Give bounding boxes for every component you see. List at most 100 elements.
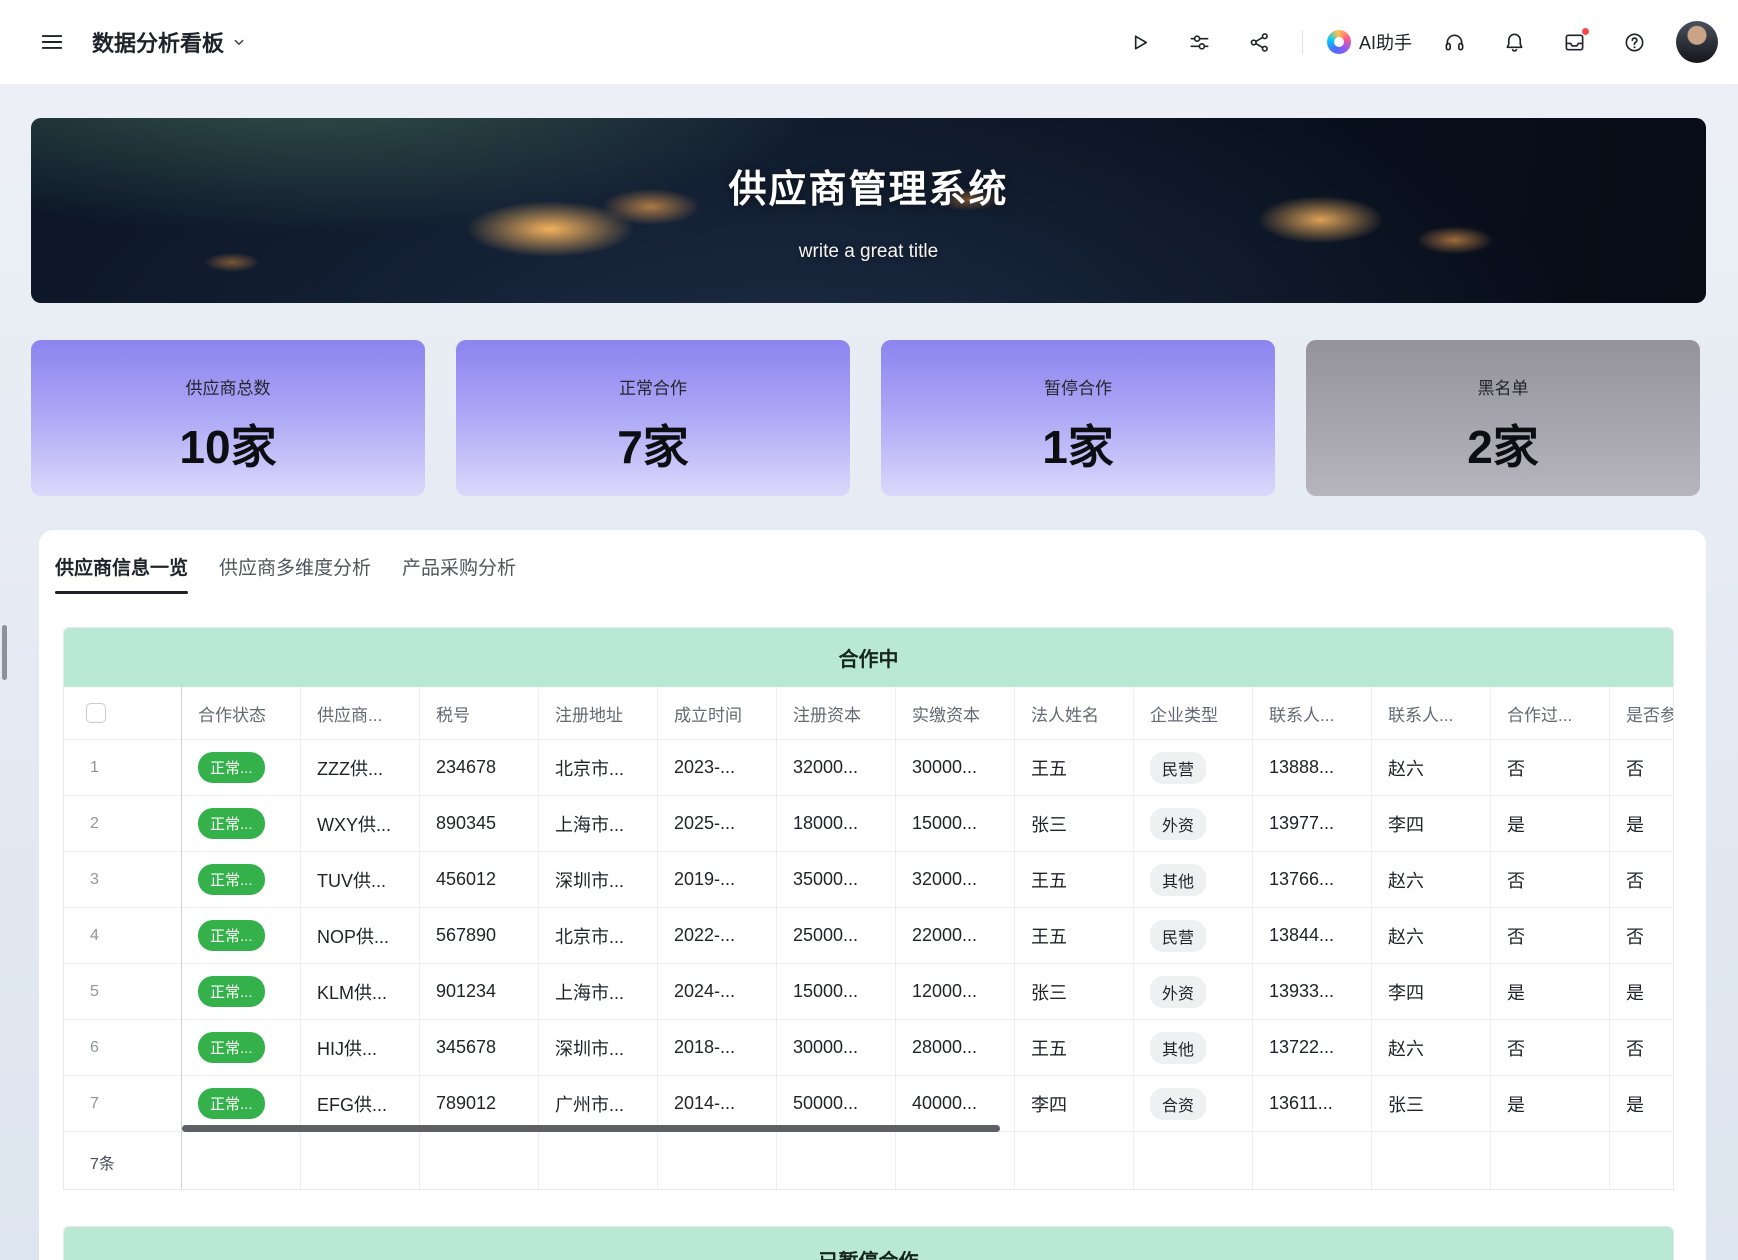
table-cell-reg_capital[interactable]: 25000... <box>777 908 896 964</box>
column-header[interactable]: 联系人... <box>1253 687 1372 740</box>
settings-button[interactable] <box>1182 24 1218 60</box>
dashboard-title-dropdown[interactable]: 数据分析看板 <box>92 26 248 58</box>
table-row[interactable]: 1正常...ZZZ供...234678北京市...2023-...32000..… <box>64 740 1673 796</box>
table-cell-name[interactable]: WXY供... <box>301 796 420 852</box>
table-cell-contact[interactable]: 赵六 <box>1372 852 1491 908</box>
column-header[interactable]: 联系人... <box>1372 687 1491 740</box>
table-cell-paid_capital[interactable]: 12000... <box>896 964 1015 1020</box>
present-button[interactable] <box>1122 24 1158 60</box>
table-cell-reg_capital[interactable]: 50000... <box>777 1076 896 1132</box>
table-cell-founded[interactable]: 2022-... <box>658 908 777 964</box>
column-header[interactable]: 税号 <box>420 687 539 740</box>
table-cell-address[interactable]: 深圳市... <box>539 1020 658 1076</box>
table-cell-status[interactable]: 正常... <box>182 852 301 908</box>
table-cell-paid_capital[interactable]: 40000... <box>896 1076 1015 1132</box>
table-cell-legal[interactable]: 王五 <box>1015 908 1134 964</box>
table-cell-paid_capital[interactable]: 32000... <box>896 852 1015 908</box>
table-cell-tax[interactable]: 234678 <box>420 740 539 796</box>
share-button[interactable] <box>1242 24 1278 60</box>
table-cell-reg_capital[interactable]: 18000... <box>777 796 896 852</box>
table-cell-reg_capital[interactable]: 15000... <box>777 964 896 1020</box>
stat-card-paused[interactable]: 暂停合作 1家 <box>881 340 1275 496</box>
table-cell-contact[interactable]: 赵六 <box>1372 740 1491 796</box>
column-header[interactable]: 注册资本 <box>777 687 896 740</box>
table-cell-address[interactable]: 上海市... <box>539 964 658 1020</box>
table-cell-founded[interactable]: 2014-... <box>658 1076 777 1132</box>
table-cell-reg_capital[interactable]: 30000... <box>777 1020 896 1076</box>
table-cell-reg_capital[interactable]: 32000... <box>777 740 896 796</box>
column-header[interactable]: 注册地址 <box>539 687 658 740</box>
table-cell-status[interactable]: 正常... <box>182 908 301 964</box>
table-cell-joined[interactable]: 是 <box>1610 796 1674 852</box>
table-cell-coop[interactable]: 否 <box>1491 740 1610 796</box>
table-cell-status[interactable]: 正常... <box>182 964 301 1020</box>
table-cell-type[interactable]: 外资 <box>1134 964 1253 1020</box>
table-cell-paid_capital[interactable]: 15000... <box>896 796 1015 852</box>
table-cell-address[interactable]: 上海市... <box>539 796 658 852</box>
table-cell-type[interactable]: 民营 <box>1134 740 1253 796</box>
table-cell-phone[interactable]: 13888... <box>1253 740 1372 796</box>
column-header[interactable]: 供应商... <box>301 687 420 740</box>
table-cell-type[interactable]: 其他 <box>1134 852 1253 908</box>
help-button[interactable] <box>1616 24 1652 60</box>
table-cell-type[interactable]: 其他 <box>1134 1020 1253 1076</box>
tab-procurement-analysis[interactable]: 产品采购分析 <box>402 549 516 594</box>
column-header[interactable]: 法人姓名 <box>1015 687 1134 740</box>
table-cell-coop[interactable]: 否 <box>1491 908 1610 964</box>
table-cell-contact[interactable]: 张三 <box>1372 1076 1491 1132</box>
stat-card-blacklist[interactable]: 黑名单 2家 <box>1306 340 1700 496</box>
table-cell-contact[interactable]: 赵六 <box>1372 908 1491 964</box>
column-header[interactable]: 合作过... <box>1491 687 1610 740</box>
table-row[interactable]: 2正常...WXY供...890345上海市...2025-...18000..… <box>64 796 1673 852</box>
table-cell-paid_capital[interactable]: 28000... <box>896 1020 1015 1076</box>
table-cell-phone[interactable]: 13977... <box>1253 796 1372 852</box>
table-cell-contact[interactable]: 李四 <box>1372 796 1491 852</box>
table-cell-name[interactable]: TUV供... <box>301 852 420 908</box>
column-header[interactable]: 是否参 <box>1610 687 1674 740</box>
table-cell-legal[interactable]: 王五 <box>1015 852 1134 908</box>
table-cell-coop[interactable]: 是 <box>1491 964 1610 1020</box>
table-cell-tax[interactable]: 789012 <box>420 1076 539 1132</box>
table-cell-reg_capital[interactable]: 35000... <box>777 852 896 908</box>
user-avatar[interactable] <box>1676 21 1718 63</box>
table-cell-legal[interactable]: 王五 <box>1015 740 1134 796</box>
tab-supplier-analysis[interactable]: 供应商多维度分析 <box>219 549 371 594</box>
table-cell-name[interactable]: ZZZ供... <box>301 740 420 796</box>
table-cell-tax[interactable]: 456012 <box>420 852 539 908</box>
table-cell-founded[interactable]: 2024-... <box>658 964 777 1020</box>
table-cell-phone[interactable]: 13611... <box>1253 1076 1372 1132</box>
support-button[interactable] <box>1436 24 1472 60</box>
vertical-scrollbar[interactable] <box>2 625 7 680</box>
table-cell-joined[interactable]: 是 <box>1610 964 1674 1020</box>
table-cell-tax[interactable]: 890345 <box>420 796 539 852</box>
column-header[interactable]: 合作状态 <box>182 687 301 740</box>
column-header[interactable]: 成立时间 <box>658 687 777 740</box>
table-cell-type[interactable]: 民营 <box>1134 908 1253 964</box>
table-row[interactable]: 7正常...EFG供...789012广州市...2014-...50000..… <box>64 1076 1673 1132</box>
inbox-button[interactable] <box>1556 24 1592 60</box>
table-cell-name[interactable]: NOP供... <box>301 908 420 964</box>
table-cell-coop[interactable]: 是 <box>1491 1076 1610 1132</box>
table-cell-legal[interactable]: 张三 <box>1015 796 1134 852</box>
table-cell-coop[interactable]: 是 <box>1491 796 1610 852</box>
table-row[interactable]: 5正常...KLM供...901234上海市...2024-...15000..… <box>64 964 1673 1020</box>
table-cell-phone[interactable]: 13933... <box>1253 964 1372 1020</box>
table-cell-coop[interactable]: 否 <box>1491 852 1610 908</box>
table-cell-address[interactable]: 深圳市... <box>539 852 658 908</box>
table-cell-phone[interactable]: 13844... <box>1253 908 1372 964</box>
table-row[interactable]: 4正常...NOP供...567890北京市...2022-...25000..… <box>64 908 1673 964</box>
stat-card-total[interactable]: 供应商总数 10家 <box>31 340 425 496</box>
table-cell-paid_capital[interactable]: 30000... <box>896 740 1015 796</box>
hero-banner[interactable]: 供应商管理系统 write a great title <box>31 118 1706 303</box>
table-cell-address[interactable]: 北京市... <box>539 908 658 964</box>
table-cell-status[interactable]: 正常... <box>182 1020 301 1076</box>
table-cell-status[interactable]: 正常... <box>182 740 301 796</box>
table-cell-founded[interactable]: 2019-... <box>658 852 777 908</box>
table-cell-phone[interactable]: 13722... <box>1253 1020 1372 1076</box>
hero-subtitle[interactable]: write a great title <box>799 241 938 263</box>
table-cell-contact[interactable]: 李四 <box>1372 964 1491 1020</box>
table-cell-joined[interactable]: 否 <box>1610 908 1674 964</box>
table-cell-legal[interactable]: 王五 <box>1015 1020 1134 1076</box>
table-cell-name[interactable]: KLM供... <box>301 964 420 1020</box>
table-cell-status[interactable]: 正常... <box>182 796 301 852</box>
